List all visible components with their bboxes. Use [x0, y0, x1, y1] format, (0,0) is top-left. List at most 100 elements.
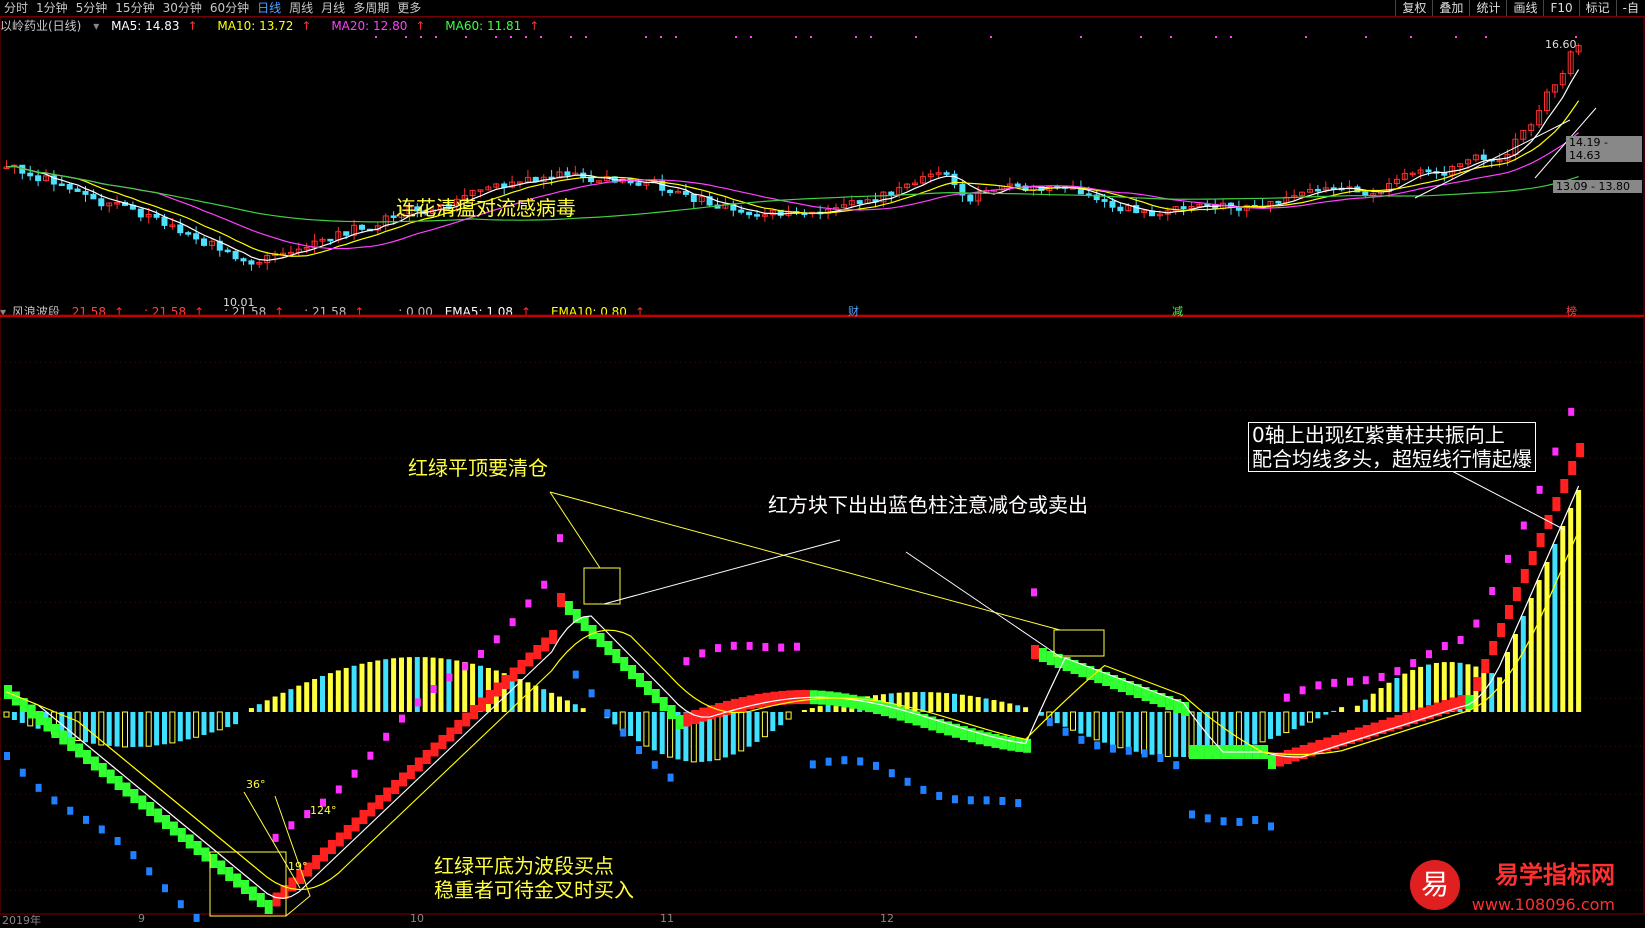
signal-square [1189, 810, 1195, 818]
wave-block [644, 681, 652, 695]
indicator-bar [1071, 712, 1076, 730]
indicator-bar [770, 712, 775, 731]
axis-label: 10 [410, 912, 424, 925]
indicator-bar [747, 712, 752, 747]
signal-square [83, 816, 89, 824]
indicator-bar [115, 712, 120, 747]
wave-block [162, 815, 170, 829]
wave-block [257, 893, 265, 907]
wave-block [407, 765, 415, 779]
wave-block [470, 705, 478, 719]
indicator-bar [565, 700, 570, 712]
wave-block [683, 713, 691, 727]
indicator-bar [984, 698, 989, 712]
indicator-bar [1150, 712, 1155, 755]
indicator-bar [992, 700, 997, 712]
indicator-bar [999, 702, 1004, 712]
annotation-arrow [1450, 470, 1565, 530]
candle-body [194, 234, 199, 239]
wave-block [502, 675, 510, 689]
annotation-top-clear: 红绿平顶要清仓 [408, 452, 548, 481]
indicator-bar [826, 704, 831, 712]
signal-square [525, 599, 531, 607]
wave-block [1015, 738, 1023, 752]
wave-block [454, 720, 462, 734]
candle-body [99, 199, 104, 206]
wave-block [1031, 645, 1039, 659]
signal-dot [465, 36, 467, 38]
wave-block [320, 848, 328, 862]
indicator-bar [1260, 712, 1265, 742]
signal-square [1236, 818, 1242, 826]
indicator-bar [1102, 712, 1107, 743]
signal-dot [1455, 36, 1457, 38]
indicator-bar [1576, 490, 1581, 712]
candle-body [502, 184, 507, 187]
indicator-bar [1236, 712, 1241, 749]
candle-body [1315, 189, 1320, 191]
indicator-bar [1394, 678, 1399, 712]
signal-square [920, 786, 926, 794]
signal-square [731, 642, 737, 650]
signal-square [1410, 659, 1416, 667]
indicator-bar [660, 712, 665, 754]
wave-block [747, 695, 755, 709]
indicator-bar [944, 693, 949, 712]
signal-dot [585, 36, 587, 38]
wave-block [533, 645, 541, 659]
wave-block [367, 803, 375, 817]
event-marker-reduce[interactable]: 减 [1172, 303, 1183, 319]
signal-dot [495, 36, 497, 38]
indicator-bar [194, 712, 199, 737]
indicator-bar [620, 712, 625, 730]
ma20-line [7, 133, 1579, 249]
signal-square [431, 685, 437, 693]
signal-square [589, 689, 595, 697]
wave-block [1481, 659, 1489, 673]
indicator-bar [739, 712, 744, 751]
indicator-bar [454, 660, 459, 712]
wave-block [328, 840, 336, 854]
candle-body [328, 239, 333, 241]
indicator-bar [209, 712, 214, 732]
indicator-bar [802, 710, 807, 712]
wave-block [12, 692, 20, 706]
indicator-bar [257, 704, 262, 712]
candle-body [944, 173, 949, 175]
indicator-bar [265, 700, 270, 712]
ma10-line [7, 101, 1579, 256]
signal-square [1505, 555, 1511, 563]
signal-dot [1170, 36, 1172, 38]
wave-block [1537, 533, 1545, 547]
signal-dot [375, 36, 377, 38]
signal-square [794, 643, 800, 651]
wave-block [1473, 677, 1481, 691]
candle-body [889, 192, 894, 195]
indicator-bar [810, 708, 815, 712]
indicator-panel-frame [0, 316, 1644, 914]
wave-block [581, 617, 589, 631]
wave-block [36, 711, 44, 725]
indicator-bar [304, 682, 309, 712]
event-marker-rank[interactable]: 榜 [1566, 303, 1577, 319]
signal-square [557, 534, 563, 542]
wave-block [209, 854, 217, 868]
indicator-bar [1118, 712, 1123, 748]
signal-square [857, 757, 863, 765]
candle-body [1102, 200, 1107, 202]
signal-dot [510, 36, 512, 38]
wave-block [138, 796, 146, 810]
indicator-bar [1142, 712, 1147, 753]
indicator-bar [1284, 712, 1289, 733]
indicator-bar [1252, 712, 1257, 745]
event-marker-finance[interactable]: 财 [848, 303, 859, 319]
indicator-bar [1410, 670, 1415, 712]
candle-body [1236, 207, 1241, 210]
wave-block [391, 780, 399, 794]
signal-square [604, 709, 610, 717]
indicator-bar [1371, 694, 1376, 712]
indicator-bar [273, 696, 278, 712]
indicator-bar [296, 686, 301, 712]
wave-block [549, 630, 557, 644]
signal-square [51, 796, 57, 804]
